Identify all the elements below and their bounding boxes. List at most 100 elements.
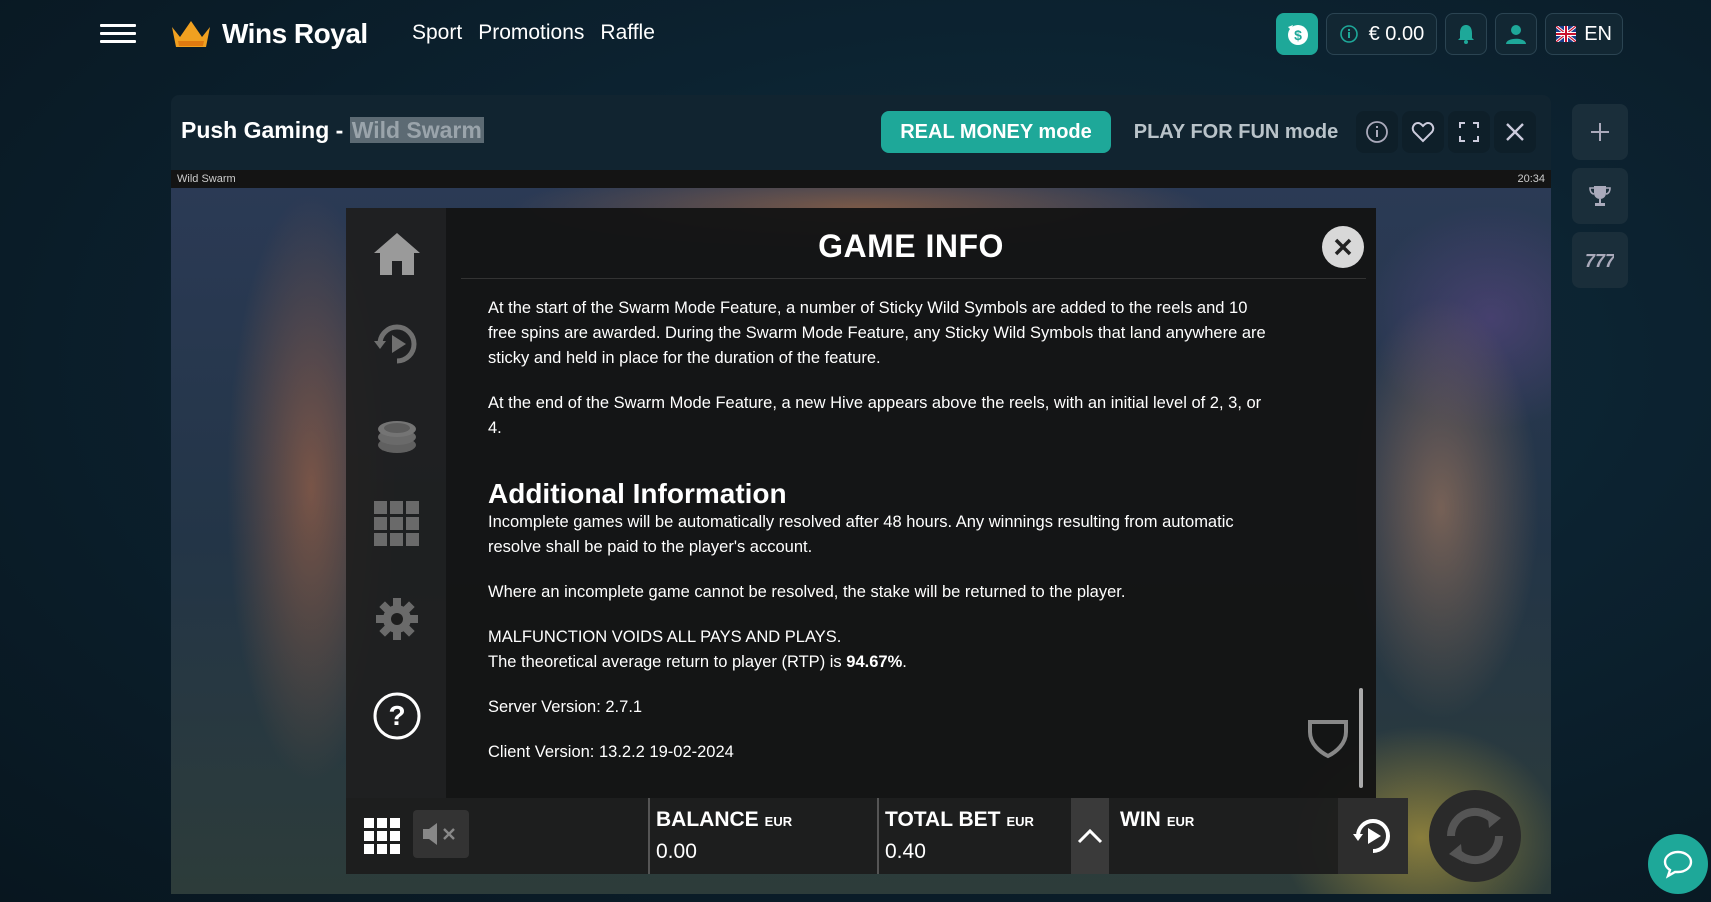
gear-icon [376,598,418,640]
balance-value: 0.00 [656,840,697,863]
close-game-button[interactable] [1494,111,1536,153]
balance-label: BALANCE EUR [656,808,792,832]
balance-display[interactable]: € 0.00 [1325,13,1438,55]
deposit-button[interactable]: $ [1275,13,1318,55]
notifications-button[interactable] [1445,13,1488,55]
svg-text:$: $ [1294,27,1302,43]
fullscreen-button[interactable] [1448,111,1490,153]
game-info-button[interactable] [1356,111,1398,153]
paytable-button[interactable] [371,498,423,550]
game-side-menu: ? [346,208,446,798]
win-label-text: WIN [1120,808,1161,831]
spin-button[interactable] [1429,790,1521,882]
tournaments-button[interactable] [1572,168,1628,224]
win-label: WIN EUR [1120,808,1194,832]
home-icon [374,233,420,275]
add-button[interactable] [1572,104,1628,160]
help-icon: ? [373,692,421,740]
home-button[interactable] [371,228,423,280]
svg-text:777: 777 [1586,251,1614,271]
user-icon [1506,25,1527,44]
uk-flag-icon [1556,26,1577,42]
favorite-button[interactable] [1402,111,1444,153]
win-currency: EUR [1166,814,1195,829]
autoplay-icon [1353,819,1390,853]
server-version: Server Version: 2.7.1 [488,698,643,716]
brand-logo[interactable]: Wins Royal [170,18,368,50]
title-divider [461,278,1366,279]
lucky-sevens-button[interactable]: 777 [1572,232,1628,288]
balance-label-text: BALANCE [656,808,759,831]
close-icon [1334,238,1352,256]
main-nav-links: Sport Promotions Raffle [412,21,655,45]
bet-settings-button[interactable] [371,408,423,460]
heart-icon [1411,121,1435,143]
client-version: Client Version: 13.2.2 19-02-2024 [488,743,734,761]
rtp-line: The theoretical average return to player… [488,650,1278,675]
nav-link-promotions[interactable]: Promotions [478,21,584,45]
game-title: Push Gaming - Wild Swarm [181,117,484,144]
total-bet-label: TOTAL BET EUR [885,808,1034,832]
info-paragraph: At the end of the Swarm Mode Feature, a … [488,394,1262,437]
trophy-icon [1589,186,1611,206]
balance-currency: EUR [764,814,793,829]
game-frame-topbar: Wild Swarm 20:34 [171,170,1551,188]
rtp-text: The theoretical average return to player… [488,653,842,671]
crown-icon [172,21,210,47]
additional-information-heading: Additional Information [488,478,787,509]
close-info-button[interactable] [1322,226,1364,268]
info-paragraph: Incomplete games will be automatically r… [488,513,1234,556]
plus-icon [1591,123,1609,141]
shield-icon [1306,716,1350,765]
info-icon [1339,25,1358,43]
language-selector[interactable]: EN [1545,13,1623,55]
balance-amount: € 0.00 [1368,22,1425,45]
coins-icon [378,421,416,453]
game-info-panel: GAME INFO At the start of the Swarm Mode… [446,208,1376,798]
money-bag-icon: $ [1287,25,1308,45]
game-provider: Push Gaming - [181,117,344,143]
profile-button[interactable] [1495,13,1538,55]
game-header-bar: Push Gaming - Wild Swarm REAL MONEY mode… [171,95,1551,170]
autoplay-menu-button[interactable] [371,318,423,370]
hamburger-menu-icon[interactable] [100,24,136,44]
game-name: Wild Swarm [349,117,484,143]
spin-icon [1446,807,1504,865]
game-header-actions [1356,111,1536,153]
svg-text:?: ? [388,700,405,731]
nav-link-raffle[interactable]: Raffle [600,21,654,45]
info-scrollbar[interactable] [1359,688,1363,788]
menu-button[interactable] [356,810,408,862]
nav-link-sport[interactable]: Sport [412,21,462,45]
total-bet-currency: EUR [1006,814,1034,829]
info-paragraph: Where an incomplete game cannot be resol… [488,583,1126,601]
side-action-panel: 777 [1572,104,1628,296]
autoplay-button[interactable] [1338,798,1408,874]
grid-menu-icon [364,818,400,854]
play-for-fun-mode-button[interactable]: PLAY FOR FUN mode [1116,111,1356,153]
close-icon [1506,123,1524,141]
game-info-title: GAME INFO [818,228,1004,264]
rtp-end: . [902,653,907,671]
muted-speaker-icon [423,823,455,845]
rtp-value: 94.67% [846,653,903,671]
game-control-bar: BALANCE EUR 0.00 TOTAL BET EUR 0.40 WIN EUR [346,790,1521,882]
bet-increase-button[interactable] [1071,798,1109,874]
live-chat-button[interactable] [1648,834,1708,894]
real-money-mode-button[interactable]: REAL MONEY mode [881,111,1111,153]
bell-icon [1458,25,1475,44]
help-button[interactable]: ? [371,690,423,742]
win-section: WIN EUR [1114,798,1274,874]
settings-button[interactable] [371,593,423,645]
total-bet-section: TOTAL BET EUR 0.40 [877,798,1069,874]
language-code: EN [1584,22,1612,45]
sound-toggle-button[interactable] [413,810,469,858]
autoplay-icon [374,324,417,364]
grid-icon [374,501,419,546]
total-bet-label-text: TOTAL BET [885,808,1001,831]
info-paragraph: At the start of the Swarm Mode Feature, … [488,299,1266,367]
fullscreen-icon [1459,122,1479,142]
balance-section: BALANCE EUR 0.00 [648,798,876,874]
chat-icon [1663,850,1693,879]
game-frame: Wild Swarm 20:34 ? GAME INFO At the star… [171,170,1551,894]
